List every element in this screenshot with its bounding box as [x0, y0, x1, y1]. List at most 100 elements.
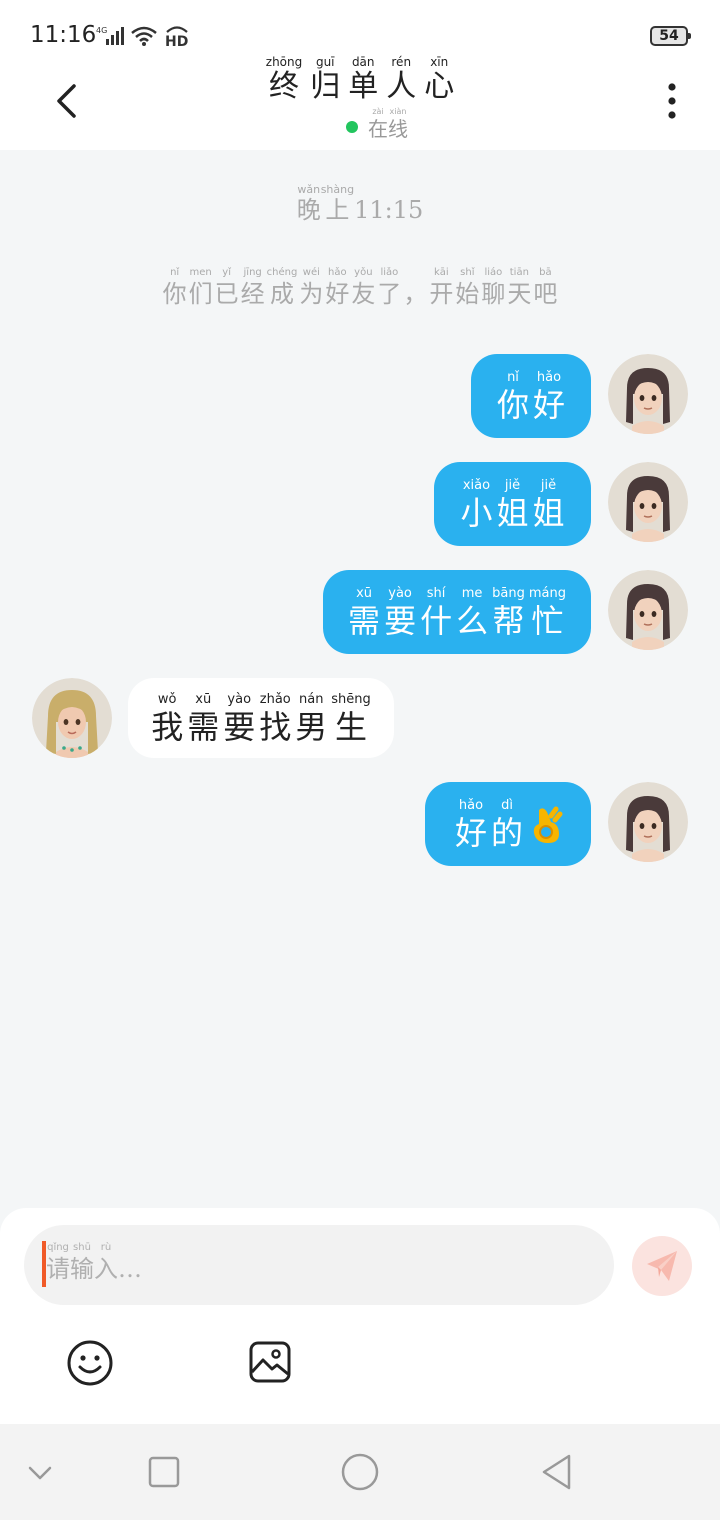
contact-name: zhōng 终 guī 归 dān 单 rén 人 xīn 心 [0, 56, 720, 102]
square-icon [148, 1456, 180, 1488]
hanzi: 天 [507, 280, 532, 308]
pinyin: tiān [509, 267, 529, 278]
ruby-char: me 么 [456, 587, 488, 637]
image-icon [249, 1341, 291, 1383]
pinyin: shū [73, 1242, 91, 1253]
self-avatar[interactable] [608, 462, 688, 542]
pinyin: hǎo [536, 370, 562, 385]
paper-plane-icon [647, 1251, 677, 1281]
system-notice: nǐ 你 men 们 yǐ 已 jīng 经 chéng 成 wéi 为 hǎo 好 yǒu 友 liǎo 了 ，… [0, 267, 720, 308]
send-button[interactable] [632, 1236, 692, 1296]
circle-icon [341, 1453, 379, 1491]
nav-hide-button[interactable] [22, 1458, 58, 1488]
pinyin: me [461, 586, 483, 601]
pinyin: hǎo [328, 267, 347, 278]
pinyin: shí [426, 586, 446, 601]
ruby-char: chéng 成 [267, 268, 298, 307]
ruby-char: shàng 上 [321, 184, 354, 222]
hanzi: 帮 [492, 602, 525, 640]
ruby-char: máng 忙 [529, 587, 566, 637]
hanzi: 归 [310, 69, 341, 104]
pinyin: shǐ [460, 267, 475, 278]
input-panel: qǐng 请 shū 输 rù 入… [0, 1208, 720, 1424]
message-bubble-in[interactable]: wǒ 我 xū 需 yào 要 zhǎo 找 nán 男 shēng 生 [128, 678, 394, 758]
image-button[interactable] [248, 1340, 292, 1384]
self-avatar[interactable] [608, 570, 688, 650]
hanzi: 小 [460, 494, 493, 532]
message-bubble-out[interactable]: xiǎo 小 jiě 姐 jiě 姐 [434, 462, 591, 546]
self-avatar[interactable] [608, 354, 688, 434]
pinyin: dān [351, 55, 375, 69]
pinyin: máng [528, 586, 566, 601]
triangle-back-icon [542, 1454, 571, 1490]
ruby-char: liáo 聊 [481, 267, 505, 307]
ruby-char: jiě 姐 [496, 479, 528, 529]
contact-avatar[interactable] [32, 678, 112, 758]
emoji-button[interactable] [66, 1339, 114, 1387]
hanzi: 开 [429, 280, 454, 308]
pinyin: rén [391, 55, 412, 69]
hanzi: 请 [46, 1255, 70, 1283]
pinyin: kāi [433, 267, 449, 278]
hanzi: 们 [188, 280, 213, 308]
ruby-char: xiàn 线 [388, 107, 408, 140]
ruby-char: bā 吧 [533, 267, 557, 307]
ruby-char: dān 单 [348, 56, 378, 102]
hanzi: 么 [456, 602, 489, 640]
smiley-icon [67, 1340, 113, 1386]
pinyin: xū [356, 586, 373, 601]
ruby-char: xiǎo 小 [460, 479, 492, 529]
pinyin: bā [539, 267, 552, 278]
pinyin: xū [195, 692, 212, 707]
status-icons: 4G HD [96, 24, 190, 52]
nav-home-button[interactable] [340, 1452, 380, 1492]
hanzi: 始 [455, 280, 480, 308]
ruby-char: hǎo 好 [325, 267, 349, 307]
pinyin: nǐ [507, 370, 519, 385]
pinyin: rù [100, 1242, 112, 1253]
message-bubble-out[interactable]: hǎo 好 dì 的 [425, 782, 591, 866]
hanzi: 你 [162, 280, 187, 308]
ruby-char: jīng 经 [240, 268, 265, 308]
wifi-icon [130, 25, 158, 51]
ruby-char: rén 人 [386, 56, 416, 102]
hanzi: ， [403, 280, 428, 308]
nav-back-button[interactable] [538, 1452, 574, 1492]
pinyin: xiàn [389, 107, 407, 116]
ruby-char: nǐ 你 [162, 268, 187, 308]
ruby-char: kāi 开 [429, 267, 454, 308]
chat-time-label: wǎn 晚 shàng 上 11:15 [0, 184, 720, 222]
hanzi: 单 [348, 69, 379, 104]
pinyin: yào [388, 586, 412, 601]
input-placeholder: qǐng 请 shū 输 rù 入… [46, 1242, 142, 1283]
presence-status: zài 在 xiàn 线 [346, 108, 408, 139]
hanzi: 要 [384, 602, 417, 640]
more-options-button[interactable] [652, 74, 692, 128]
pinyin: zài [372, 107, 384, 116]
ruby-char: zhōng 终 [266, 56, 302, 102]
ruby-char: shū 输 [70, 1242, 94, 1283]
hanzi: 输 [70, 1255, 94, 1283]
hanzi: 上 [325, 196, 350, 224]
hanzi: 入 [94, 1255, 118, 1283]
message-input[interactable]: qǐng 请 shū 输 rù 入… [24, 1225, 614, 1305]
pinyin: xiǎo [462, 478, 491, 493]
hanzi: 经 [240, 280, 265, 308]
hanzi: 友 [351, 280, 376, 308]
ruby-char: guī 归 [310, 56, 340, 102]
ruby-char: rù 入 [94, 1242, 118, 1283]
self-avatar[interactable] [608, 782, 688, 862]
ruby-char: shí 什 [420, 587, 452, 637]
ruby-char: shēng 生 [331, 693, 371, 743]
hanzi: 好 [533, 386, 566, 424]
pinyin: qǐng [47, 1242, 69, 1253]
ruby-char: nǐ 你 [497, 371, 529, 421]
message-bubble-out[interactable]: nǐ 你 hǎo 好 [471, 354, 591, 438]
message-bubble-out[interactable]: xū 需 yào 要 shí 什 me 么 bāng 帮 máng 忙 [323, 570, 591, 654]
ruby-char: xīn 心 [424, 56, 454, 102]
ruby-char: yǒu 友 [351, 268, 376, 308]
pinyin: liǎo [380, 267, 399, 278]
pinyin: wǒ [157, 692, 177, 707]
pinyin: liáo [484, 267, 503, 278]
nav-recents-button[interactable] [146, 1454, 182, 1490]
